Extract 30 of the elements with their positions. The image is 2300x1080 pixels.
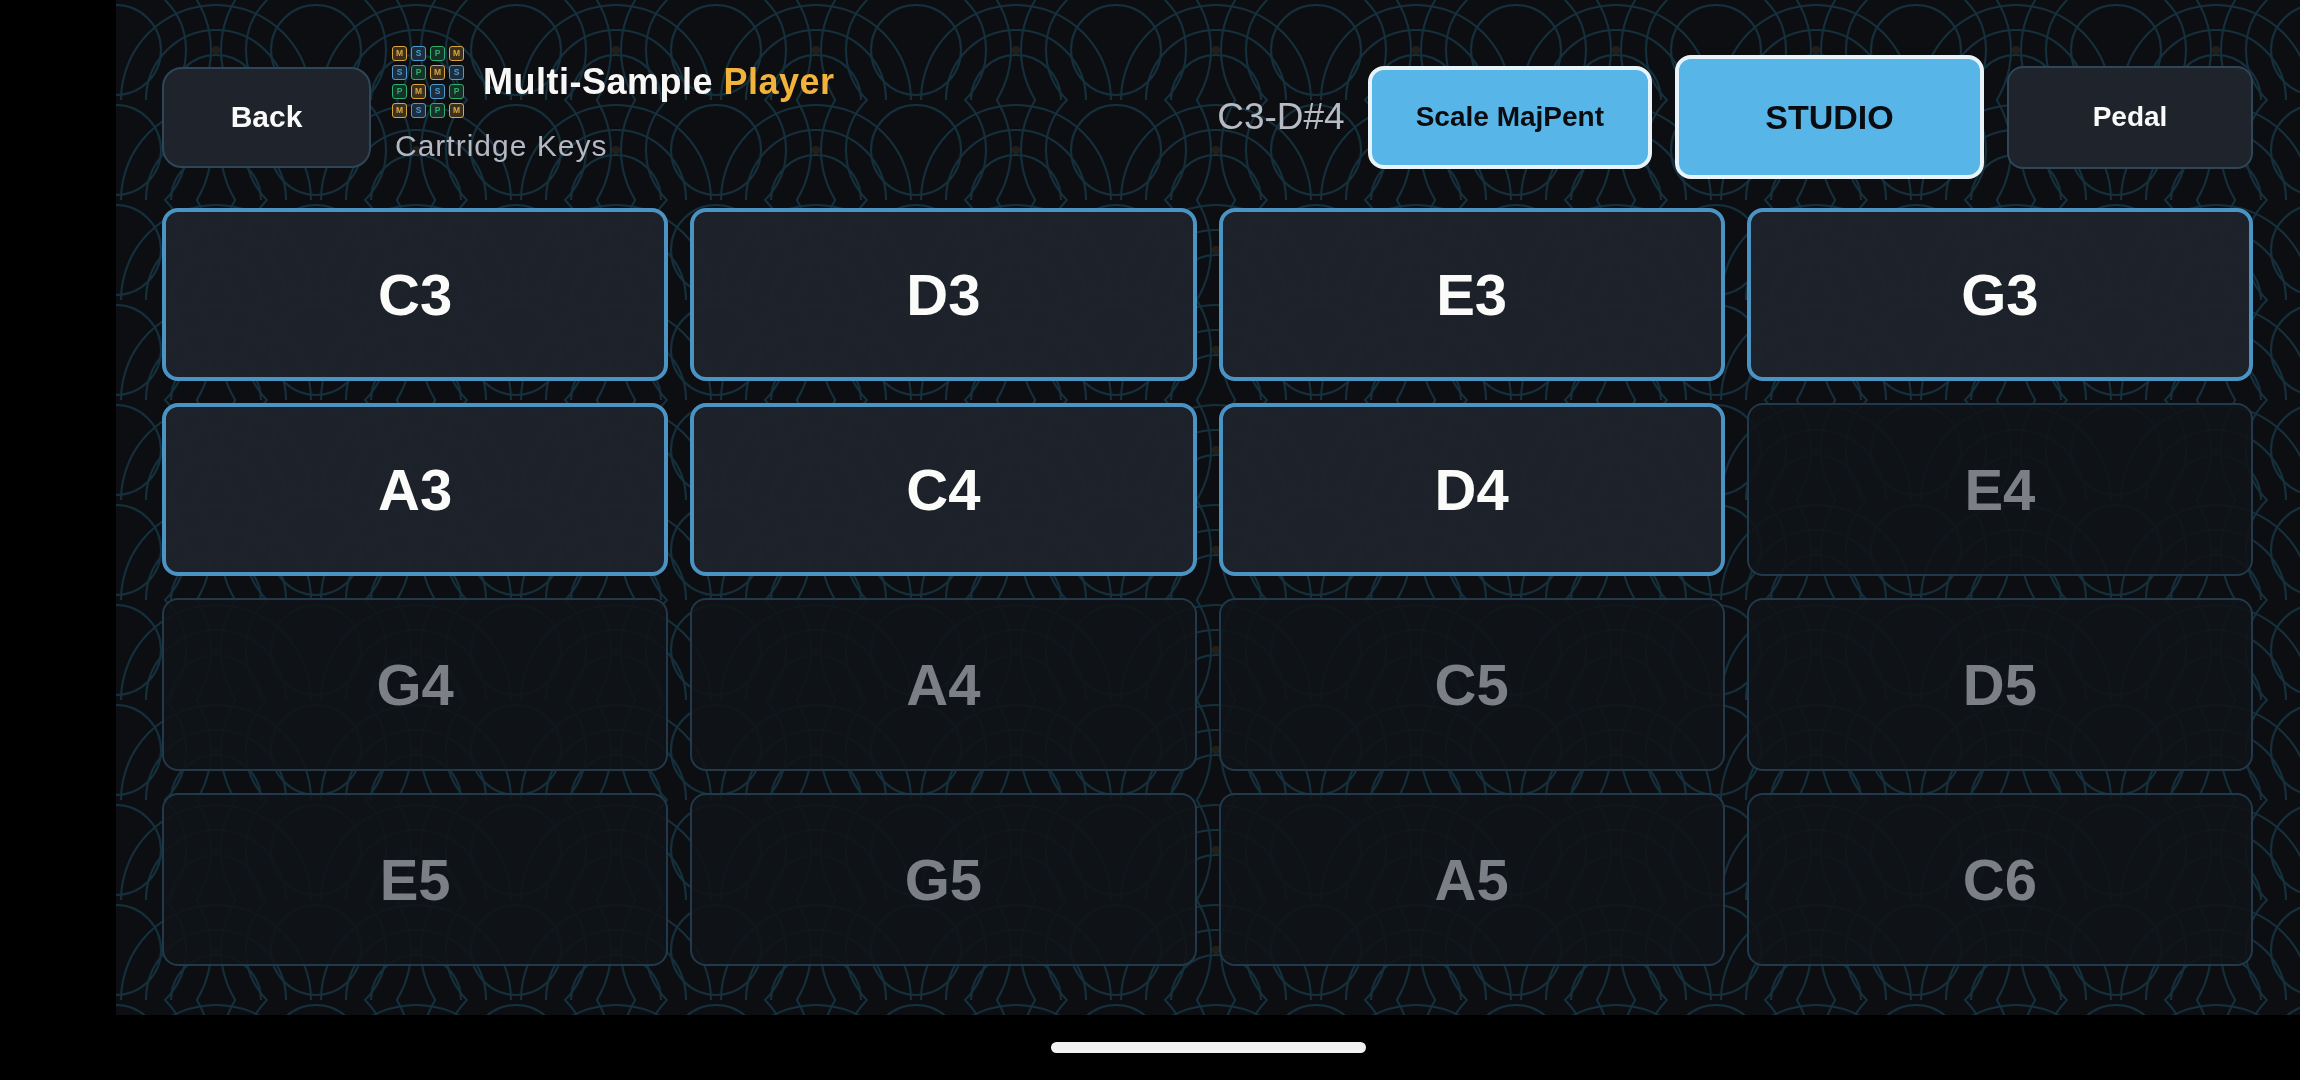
logo-tile: P xyxy=(430,103,445,118)
logo-tile: M xyxy=(430,65,445,80)
logo-tile: P xyxy=(411,65,426,80)
logo-tile: P xyxy=(449,84,464,99)
note-pad[interactable]: C4 xyxy=(690,403,1197,576)
back-button[interactable]: Back xyxy=(162,66,371,168)
logo-tile: S xyxy=(392,65,407,80)
toggle-button[interactable]: Scale MajPent xyxy=(1367,65,1652,169)
app-title: Multi-Sample Player xyxy=(483,61,835,103)
logo-tile: P xyxy=(430,46,445,61)
logo-tile: S xyxy=(411,46,426,61)
preset-button[interactable]: STUDIO xyxy=(1675,55,1984,179)
logo-tile: M xyxy=(449,103,464,118)
toggle-button[interactable]: Pedal xyxy=(2007,65,2253,169)
logo-tile: M xyxy=(392,46,407,61)
note-pad[interactable]: D4 xyxy=(1218,403,1725,576)
note-pad[interactable]: E3 xyxy=(1218,208,1725,381)
logo-tile: M xyxy=(392,103,407,118)
app-subtitle: Cartridge Keys xyxy=(395,128,609,164)
note-pad[interactable]: A3 xyxy=(162,403,669,576)
logo-tile: M xyxy=(411,84,426,99)
note-pad[interactable]: D3 xyxy=(690,208,1197,381)
logo-tile: M xyxy=(449,46,464,61)
logo-tile: S xyxy=(449,65,464,80)
note-pad[interactable]: G3 xyxy=(1746,208,2253,381)
logo-tile: S xyxy=(411,103,426,118)
logo-tile: P xyxy=(392,84,407,99)
note-pad[interactable]: C3 xyxy=(162,208,669,381)
note-range-label: C3-D#4 xyxy=(1217,96,1345,138)
logo-tile: S xyxy=(430,84,445,99)
